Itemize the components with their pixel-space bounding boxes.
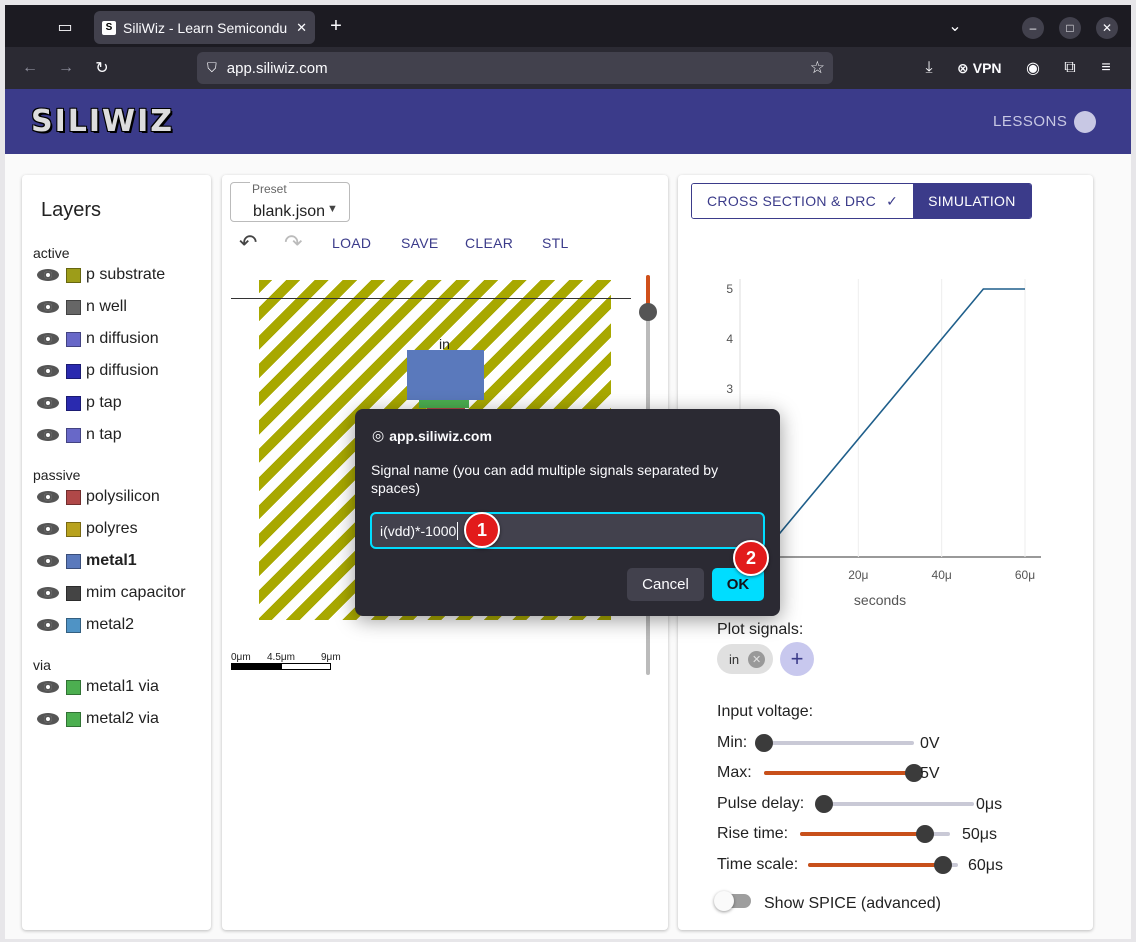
annotation-badge-1: 1 <box>464 512 500 548</box>
dialog-message: Signal name (you can add multiple signal… <box>371 462 719 496</box>
dialog-origin-text: app.siliwiz.com <box>389 427 492 444</box>
dialog-overlay: ◎ app.siliwiz.com Signal name (you can a… <box>0 0 1136 942</box>
signal-name-input[interactable]: i(vdd)*-1000 <box>370 512 765 549</box>
globe-icon: ◎ <box>372 427 385 443</box>
cancel-button[interactable]: Cancel <box>627 568 704 601</box>
text-cursor <box>457 521 459 540</box>
dialog-origin: ◎ app.siliwiz.com <box>372 427 492 444</box>
signal-name-value: i(vdd)*-1000 <box>380 522 457 539</box>
annotation-badge-2: 2 <box>733 540 769 576</box>
prompt-dialog: ◎ app.siliwiz.com Signal name (you can a… <box>355 409 780 616</box>
